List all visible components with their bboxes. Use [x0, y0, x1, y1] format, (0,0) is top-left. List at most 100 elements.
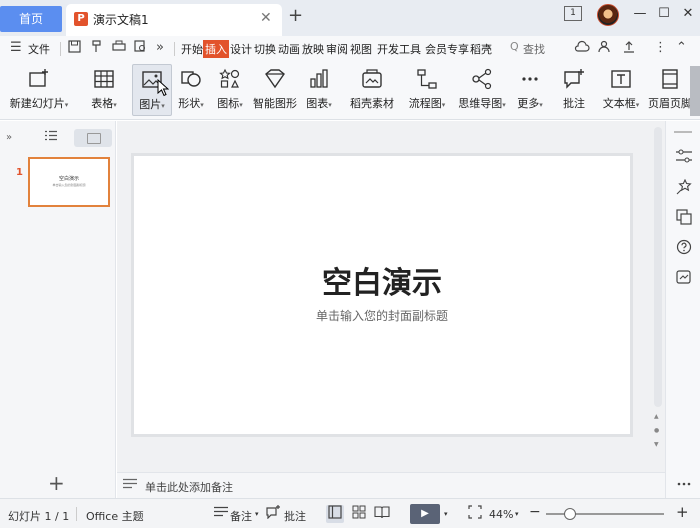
docer-material-button[interactable]: 稻壳素材: [348, 64, 396, 116]
fit-window-icon[interactable]: [466, 505, 484, 523]
new-tab-icon[interactable]: +: [288, 5, 303, 26]
scroll-position-icon[interactable]: ●: [654, 427, 659, 434]
picture-button[interactable]: 图片▾: [132, 64, 172, 116]
vertical-scrollbar[interactable]: ▲ ● ▼: [653, 121, 663, 472]
normal-view-icon[interactable]: [326, 505, 344, 523]
zoom-slider-knob[interactable]: [564, 508, 576, 520]
next-tabs-icon[interactable]: ›: [486, 40, 491, 55]
chart-icon: [308, 68, 330, 90]
window-count-icon[interactable]: 1: [564, 6, 582, 21]
zoom-out-icon[interactable]: −: [529, 504, 541, 520]
slide-transition-icon[interactable]: [674, 209, 694, 229]
more-quick-tools-icon[interactable]: »: [156, 40, 164, 55]
icon-library-label: 图标: [217, 97, 240, 110]
more-button[interactable]: 更多▾: [512, 64, 548, 116]
tab-animation[interactable]: 动画: [278, 41, 300, 57]
notes-placeholder[interactable]: 单击此处添加备注: [145, 479, 233, 495]
slide-title[interactable]: 空白演示: [134, 258, 630, 302]
notes-caret-icon[interactable]: ▾: [255, 510, 259, 518]
comment-toggle-label[interactable]: 批注: [284, 508, 306, 524]
tab-developer[interactable]: 开发工具: [377, 41, 421, 57]
minimize-icon[interactable]: —: [630, 4, 650, 24]
mindmap-label: 思维导图: [458, 97, 503, 110]
zoom-caret-icon[interactable]: ▾: [515, 510, 519, 518]
file-menu[interactable]: 文件: [28, 41, 50, 57]
expand-panel-icon[interactable]: »: [6, 132, 12, 143]
close-tab-icon[interactable]: ✕: [260, 10, 272, 26]
slide-canvas[interactable]: 空白演示 单击输入您的封面副标题: [131, 153, 633, 437]
collapse-ribbon-icon[interactable]: ⌃: [676, 40, 687, 55]
print-preview-icon[interactable]: [134, 40, 147, 57]
tab-design[interactable]: 设计: [230, 41, 252, 57]
tab-slideshow[interactable]: 放映: [302, 41, 324, 57]
smart-graphic-button[interactable]: 智能图形: [252, 64, 298, 116]
maximize-icon[interactable]: ☐: [654, 4, 674, 24]
format-painter-icon[interactable]: [90, 40, 103, 57]
zoom-in-icon[interactable]: +: [676, 503, 689, 521]
notes-toggle-icon[interactable]: [212, 505, 230, 523]
textbox-button[interactable]: 文本框▾: [598, 64, 644, 116]
beautify-icon[interactable]: [674, 269, 694, 289]
more-icon: [519, 68, 541, 90]
tab-start[interactable]: 开始: [181, 41, 203, 57]
scroll-down-icon[interactable]: ▼: [654, 441, 659, 448]
notes-bar[interactable]: 单击此处添加备注: [117, 472, 665, 498]
tab-view[interactable]: 视图: [350, 41, 372, 57]
user-avatar[interactable]: [597, 4, 619, 26]
slide-sorter-icon[interactable]: [350, 505, 368, 523]
home-tab[interactable]: 首页: [0, 6, 62, 32]
ribbon-scrollbar[interactable]: [690, 66, 700, 116]
tab-insert[interactable]: 插入: [203, 40, 229, 58]
mindmap-button[interactable]: 思维导图▾: [454, 64, 510, 116]
comment-button[interactable]: 批注: [558, 64, 590, 116]
search-icon[interactable]: Q: [510, 40, 519, 53]
menu-icon[interactable]: ☰: [10, 40, 22, 55]
save-icon[interactable]: [68, 40, 81, 57]
table-button[interactable]: 表格▾: [84, 64, 124, 116]
chart-button[interactable]: 图表▾: [302, 64, 336, 116]
cloud-icon[interactable]: [574, 40, 590, 57]
more-options-icon[interactable]: ⋮: [654, 40, 667, 55]
notes-toggle-label[interactable]: 备注: [230, 508, 252, 524]
dropdown-caret-icon: ▾: [539, 101, 543, 109]
help-icon[interactable]: [674, 239, 694, 259]
play-caret-icon[interactable]: ▾: [444, 510, 448, 518]
comment-toggle-icon[interactable]: [264, 505, 282, 523]
flowchart-button[interactable]: 流程图▾: [404, 64, 450, 116]
zoom-level[interactable]: 44%: [489, 508, 513, 521]
upload-icon[interactable]: [622, 40, 636, 57]
theme-name[interactable]: Office 主题: [86, 508, 144, 524]
new-slide-button[interactable]: 新建幻灯片▾: [6, 64, 72, 116]
close-window-icon[interactable]: ✕: [678, 4, 698, 24]
animation-icon[interactable]: [674, 178, 694, 199]
properties-icon[interactable]: [674, 149, 694, 169]
scroll-up-icon[interactable]: ▲: [654, 413, 659, 420]
icon-library-button[interactable]: 图标▾: [212, 64, 248, 116]
slide-thumbnail[interactable]: 空白演示 单击输入您的封面副标题: [28, 157, 110, 207]
smart-graphic-label: 智能图形: [253, 97, 297, 110]
dropdown-caret-icon: ▾: [239, 101, 243, 109]
sidebar-grip[interactable]: [674, 131, 692, 133]
menu-divider: [60, 42, 61, 56]
outline-view-icon[interactable]: [45, 130, 57, 144]
status-divider: [76, 507, 77, 521]
chart-label: 图表: [306, 97, 329, 110]
shape-button[interactable]: 形状▾: [174, 64, 208, 116]
reading-view-icon[interactable]: [373, 505, 391, 523]
header-footer-button[interactable]: 页眉页脚: [648, 64, 692, 116]
sidebar-more-icon[interactable]: [674, 473, 694, 493]
add-slide-icon[interactable]: +: [48, 471, 65, 495]
search-label[interactable]: 查找: [523, 41, 545, 57]
thumbnail-view-icon[interactable]: [74, 129, 112, 147]
print-icon[interactable]: [112, 40, 126, 57]
document-tab[interactable]: P 演示文稿1 ✕: [66, 4, 282, 36]
tab-member[interactable]: 会员专享: [425, 41, 469, 57]
share-user-icon[interactable]: [598, 40, 612, 57]
scrollbar-track[interactable]: [654, 127, 662, 407]
slide-subtitle[interactable]: 单击输入您的封面副标题: [134, 307, 630, 324]
slide-editing-area: 空白演示 单击输入您的封面副标题 ▲ ● ▼: [117, 121, 665, 472]
tab-transition[interactable]: 切换: [254, 41, 276, 57]
docer-material-icon: [361, 68, 383, 90]
tab-review[interactable]: 审阅: [326, 41, 348, 57]
play-slideshow-button[interactable]: ▶: [410, 504, 440, 524]
